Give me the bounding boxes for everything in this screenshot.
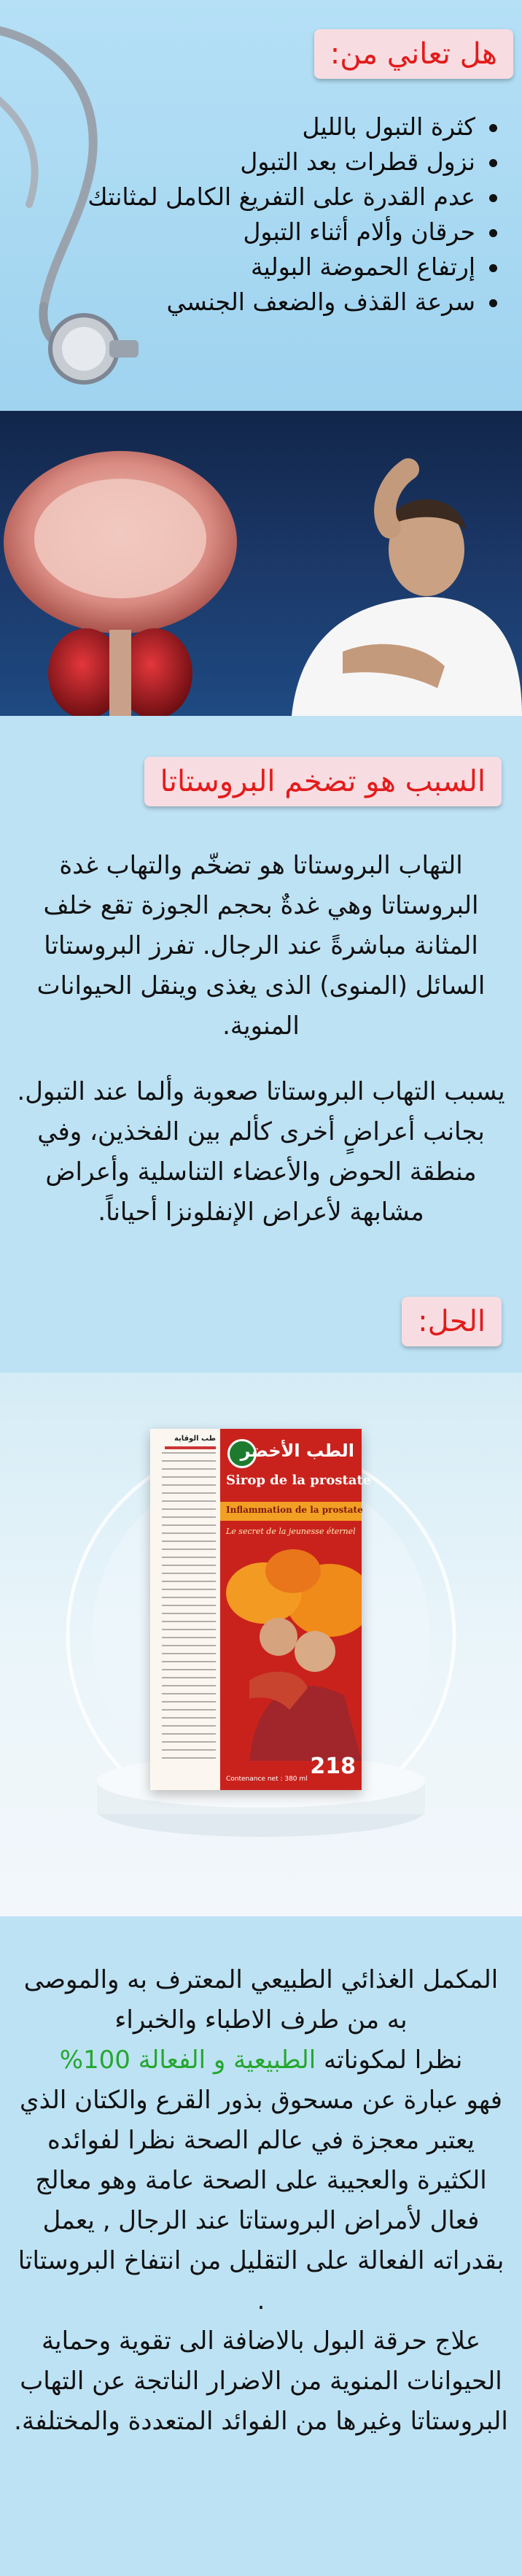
cause-section: السبب هو تضخم البروستاتا التهاب البروستا… bbox=[0, 716, 522, 1373]
description-text: المكمل الغذائي الطبيعي المعترف به والموص… bbox=[12, 1960, 510, 2442]
couple-with-pumpkins-image bbox=[226, 1549, 362, 1761]
description-ending: علاج حرقة البول بالاضافة الى تقوية وحماي… bbox=[14, 2326, 508, 2436]
cause-paragraph-1: التهاب البروستاتا هو تضخّم والتهاب غدة ا… bbox=[36, 851, 486, 1041]
cause-paragraph-2: يسبب التهاب البروستاتا صعوبة وألما عند ا… bbox=[17, 1077, 505, 1227]
man-in-pain-photo bbox=[292, 458, 522, 716]
box-side-header: طب الوقاية bbox=[174, 1435, 216, 1443]
description-intro: المكمل الغذائي الطبيعي المعترف به والموص… bbox=[23, 1965, 499, 2035]
cause-heading: السبب هو تضخم البروستاتا bbox=[144, 757, 502, 806]
natural-highlight: الطبيعية و الفعالة 100% bbox=[59, 2045, 316, 2075]
prostate-pain-banner bbox=[0, 411, 522, 716]
list-item: سرعة القذف والضعف الجنسي bbox=[19, 285, 500, 320]
brand-name: الطب الأخضر bbox=[240, 1441, 354, 1461]
solution-heading: الحل: bbox=[402, 1297, 502, 1346]
list-item: كثرة التبول بالليل bbox=[19, 109, 500, 144]
description-ingredients: نظرا لمكوناته bbox=[316, 2045, 463, 2075]
box-front-panel: الطب الأخضر Sirop de la prostate Inflamm… bbox=[220, 1429, 371, 1790]
symptoms-section: هل تعاني من: كثرة التبول بالليل نزول قطر… bbox=[0, 0, 522, 411]
product-contenance: Contenance net : 380 ml bbox=[226, 1775, 308, 1783]
description-body: فهو عبارة عن مسحوق بذور القرع والكتان ال… bbox=[17, 2086, 505, 2315]
list-item: نزول قطرات بعد التبول bbox=[19, 144, 500, 180]
list-item: حرقان وألام أثناء التبول bbox=[19, 215, 500, 250]
box-side-panel: طب الوقاية bbox=[156, 1435, 216, 1778]
product-code: 218 bbox=[310, 1754, 356, 1779]
product-tagline: Le secret de la jeunesse éternel bbox=[226, 1527, 356, 1536]
product-name: Sirop de la prostate bbox=[226, 1473, 372, 1488]
list-item: إرتفاع الحموضة البولية bbox=[19, 250, 500, 285]
description-section: المكمل الغذائي الطبيعي المعترف به والموص… bbox=[0, 1916, 522, 2576]
product-landing-page: هل تعاني من: كثرة التبول بالليل نزول قطر… bbox=[0, 0, 522, 2576]
product-showcase: طب الوقاية الطب الأخضر Sirop de la prost… bbox=[0, 1373, 522, 1916]
product-box: طب الوقاية الطب الأخضر Sirop de la prost… bbox=[150, 1429, 371, 1790]
list-item: عدم القدرة على التفريغ الكامل لمثانتك bbox=[19, 180, 500, 215]
symptoms-list: كثرة التبول بالليل نزول قطرات بعد التبول… bbox=[19, 109, 500, 320]
symptoms-heading: هل تعاني من: bbox=[313, 29, 513, 79]
product-subtitle: Inflammation de la prostate bbox=[226, 1505, 363, 1515]
